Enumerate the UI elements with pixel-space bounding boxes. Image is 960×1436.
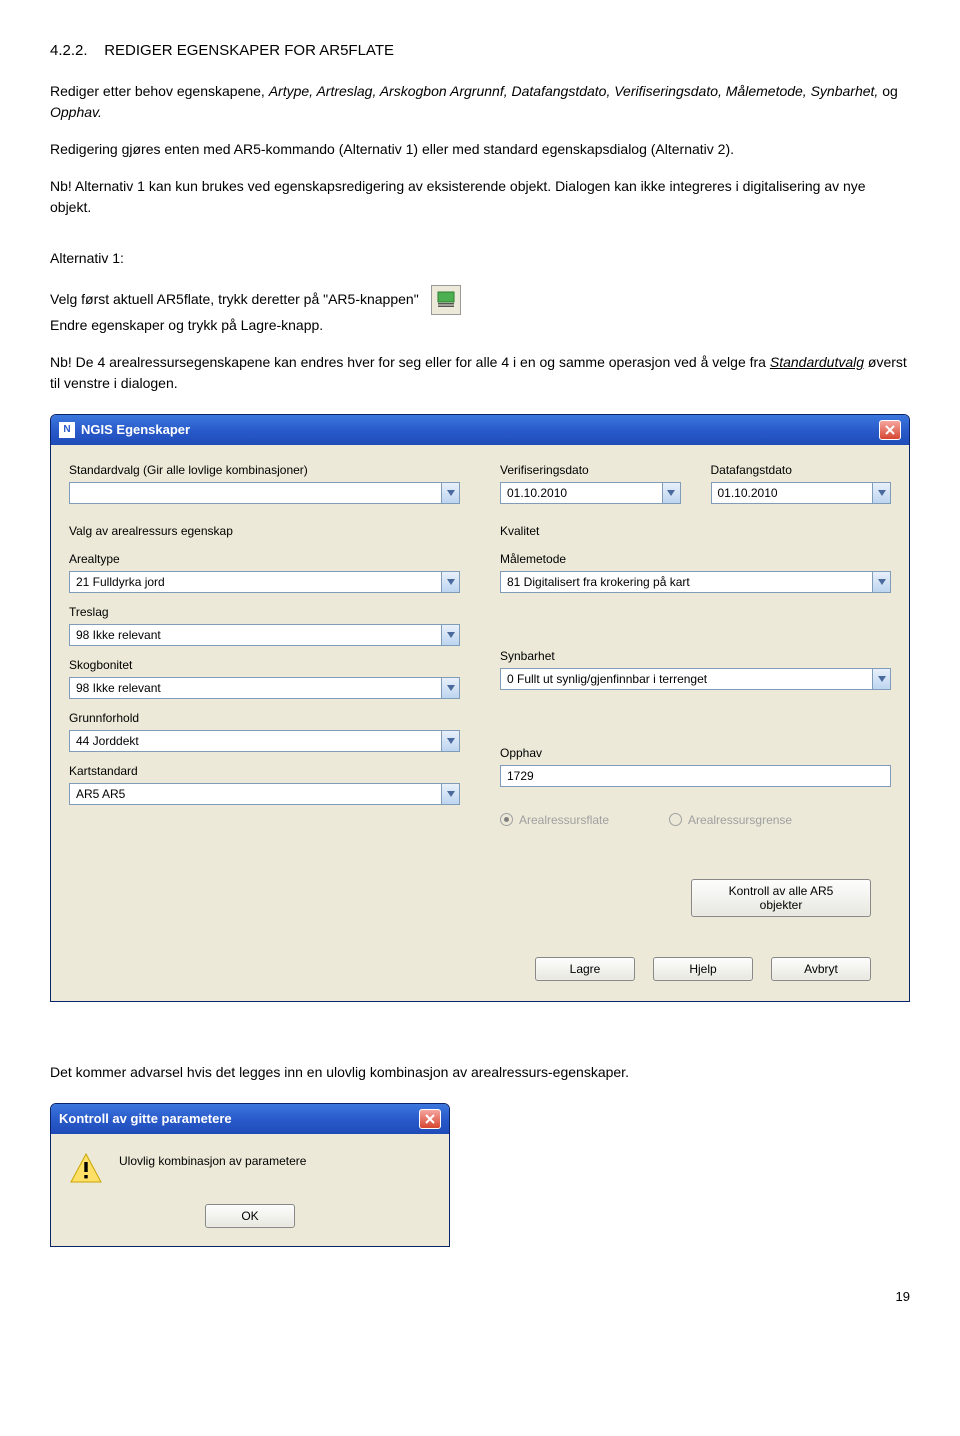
arealtype-label: Arealtype (69, 550, 460, 568)
kvalitet-section-label: Kvalitet (500, 522, 891, 540)
chevron-down-icon[interactable] (441, 483, 459, 503)
chevron-down-icon[interactable] (872, 669, 890, 689)
kontroll-button[interactable]: Kontroll av alle AR5 objekter (691, 879, 871, 917)
alt1-line2: Endre egenskaper og trykk på Lagre-knapp… (50, 315, 910, 336)
kontroll-dialog: Kontroll av gitte parametere Ulovlig kom… (50, 1103, 450, 1247)
alt1-title: Alternativ 1: (50, 248, 910, 269)
section-heading: 4.2.2. REDIGER EGENSKAPER FOR AR5FLATE (50, 40, 910, 63)
paragraph-2: Redigering gjøres enten med AR5-kommando… (50, 139, 910, 160)
chevron-down-icon[interactable] (441, 625, 459, 645)
chevron-down-icon[interactable] (441, 572, 459, 592)
warning-icon (69, 1152, 103, 1186)
radio-icon (669, 813, 682, 826)
kartstandard-combo[interactable]: AR5 AR5 (69, 783, 460, 805)
close-button[interactable] (419, 1109, 441, 1129)
arealtype-value: 21 Fulldyrka jord (70, 573, 441, 591)
warning-sentence: Det kommer advarsel hvis det legges inn … (50, 1062, 910, 1083)
kartstandard-label: Kartstandard (69, 762, 460, 780)
para4-a: Nb! De 4 arealressursegenskapene kan end… (50, 354, 770, 370)
malemetode-combo[interactable]: 81 Digitalisert fra krokering på kart (500, 571, 891, 593)
grunnforhold-value: 44 Jorddekt (70, 732, 441, 750)
skogbonitet-value: 98 Ikke relevant (70, 679, 441, 697)
para1-b: og (878, 83, 897, 99)
ngis-dialog: N NGIS Egenskaper Standardvalg (Gir alle… (50, 414, 910, 1002)
para4-underline: Standardutvalg (770, 354, 864, 370)
heading-text: REDIGER EGENSKAPER FOR AR5FLATE (104, 42, 394, 59)
standardvalg-combo[interactable] (69, 482, 460, 504)
arealressurs-section-label: Valg av arealressurs egenskap (69, 522, 460, 540)
opphav-value: 1729 (501, 767, 890, 785)
heading-number: 4.2.2. (50, 42, 88, 59)
opphav-label: Opphav (500, 744, 891, 762)
grunnforhold-label: Grunnforhold (69, 709, 460, 727)
malemetode-label: Målemetode (500, 550, 891, 568)
dialog-titlebar[interactable]: N NGIS Egenskaper (51, 415, 909, 445)
lagre-button[interactable]: Lagre (535, 957, 635, 981)
treslag-label: Treslag (69, 603, 460, 621)
datafangstdato-combo[interactable]: 01.10.2010 (711, 482, 892, 504)
radio-icon (500, 813, 513, 826)
close-button[interactable] (879, 420, 901, 440)
hjelp-button[interactable]: Hjelp (653, 957, 753, 981)
close-icon (885, 425, 895, 435)
treslag-value: 98 Ikke relevant (70, 626, 441, 644)
verifiseringsdato-label: Verifiseringsdato (500, 461, 681, 479)
right-column: Verifiseringsdato 01.10.2010 Datafangstd… (500, 461, 891, 829)
para1-italics: Artype, Artreslag, Arskogbon Argrunnf, D… (269, 83, 879, 99)
skogbonitet-label: Skogbonitet (69, 656, 460, 674)
grunnforhold-combo[interactable]: 44 Jorddekt (69, 730, 460, 752)
kontroll-title: Kontroll av gitte parametere (59, 1109, 232, 1129)
chevron-down-icon[interactable] (662, 483, 680, 503)
datafangstdato-value: 01.10.2010 (712, 484, 873, 502)
synbarhet-combo[interactable]: 0 Fullt ut synlig/gjenfinnbar i terrenge… (500, 668, 891, 690)
kontroll-message: Ulovlig kombinasjon av parametere (119, 1152, 306, 1170)
kartstandard-value: AR5 AR5 (70, 785, 441, 803)
radio1-label: Arealressursflate (519, 811, 609, 829)
alt1-line1: Velg først aktuell AR5flate, trykk deret… (50, 289, 419, 310)
ok-button[interactable]: OK (205, 1204, 295, 1228)
verifiseringsdato-combo[interactable]: 01.10.2010 (500, 482, 681, 504)
close-icon (425, 1114, 435, 1124)
chevron-down-icon[interactable] (441, 731, 459, 751)
chevron-down-icon[interactable] (441, 678, 459, 698)
dialog-title-icon: N (59, 422, 75, 438)
treslag-combo[interactable]: 98 Ikke relevant (69, 624, 460, 646)
para1-a: Rediger etter behov egenskapene, (50, 83, 269, 99)
avbryt-button[interactable]: Avbryt (771, 957, 871, 981)
left-column: Standardvalg (Gir alle lovlige kombinasj… (69, 461, 460, 829)
paragraph-1: Rediger etter behov egenskapene, Artype,… (50, 81, 910, 123)
paragraph-3: Nb! Alternativ 1 kan kun brukes ved egen… (50, 176, 910, 218)
kontroll-titlebar[interactable]: Kontroll av gitte parametere (51, 1104, 449, 1134)
paragraph-4: Nb! De 4 arealressursegenskapene kan end… (50, 352, 910, 394)
chevron-down-icon[interactable] (872, 483, 890, 503)
ar5-toolbar-icon (431, 285, 461, 315)
chevron-down-icon[interactable] (872, 572, 890, 592)
verifiseringsdato-value: 01.10.2010 (501, 484, 662, 502)
radio-group: Arealressursflate Arealressursgrense (500, 811, 891, 829)
standardvalg-label: Standardvalg (Gir alle lovlige kombinasj… (69, 461, 460, 479)
opphav-input[interactable]: 1729 (500, 765, 891, 787)
arealtype-combo[interactable]: 21 Fulldyrka jord (69, 571, 460, 593)
radio2-label: Arealressursgrense (688, 811, 792, 829)
malemetode-value: 81 Digitalisert fra krokering på kart (501, 573, 872, 591)
synbarhet-value: 0 Fullt ut synlig/gjenfinnbar i terrenge… (501, 670, 872, 688)
radio-arealressursflate: Arealressursflate (500, 811, 609, 829)
page-number: 19 (50, 1287, 910, 1307)
skogbonitet-combo[interactable]: 98 Ikke relevant (69, 677, 460, 699)
para1-c: Opphav. (50, 104, 102, 120)
dialog-title: NGIS Egenskaper (81, 420, 190, 440)
synbarhet-label: Synbarhet (500, 647, 891, 665)
radio-arealressursgrense: Arealressursgrense (669, 811, 792, 829)
datafangstdato-label: Datafangstdato (711, 461, 892, 479)
chevron-down-icon[interactable] (441, 784, 459, 804)
